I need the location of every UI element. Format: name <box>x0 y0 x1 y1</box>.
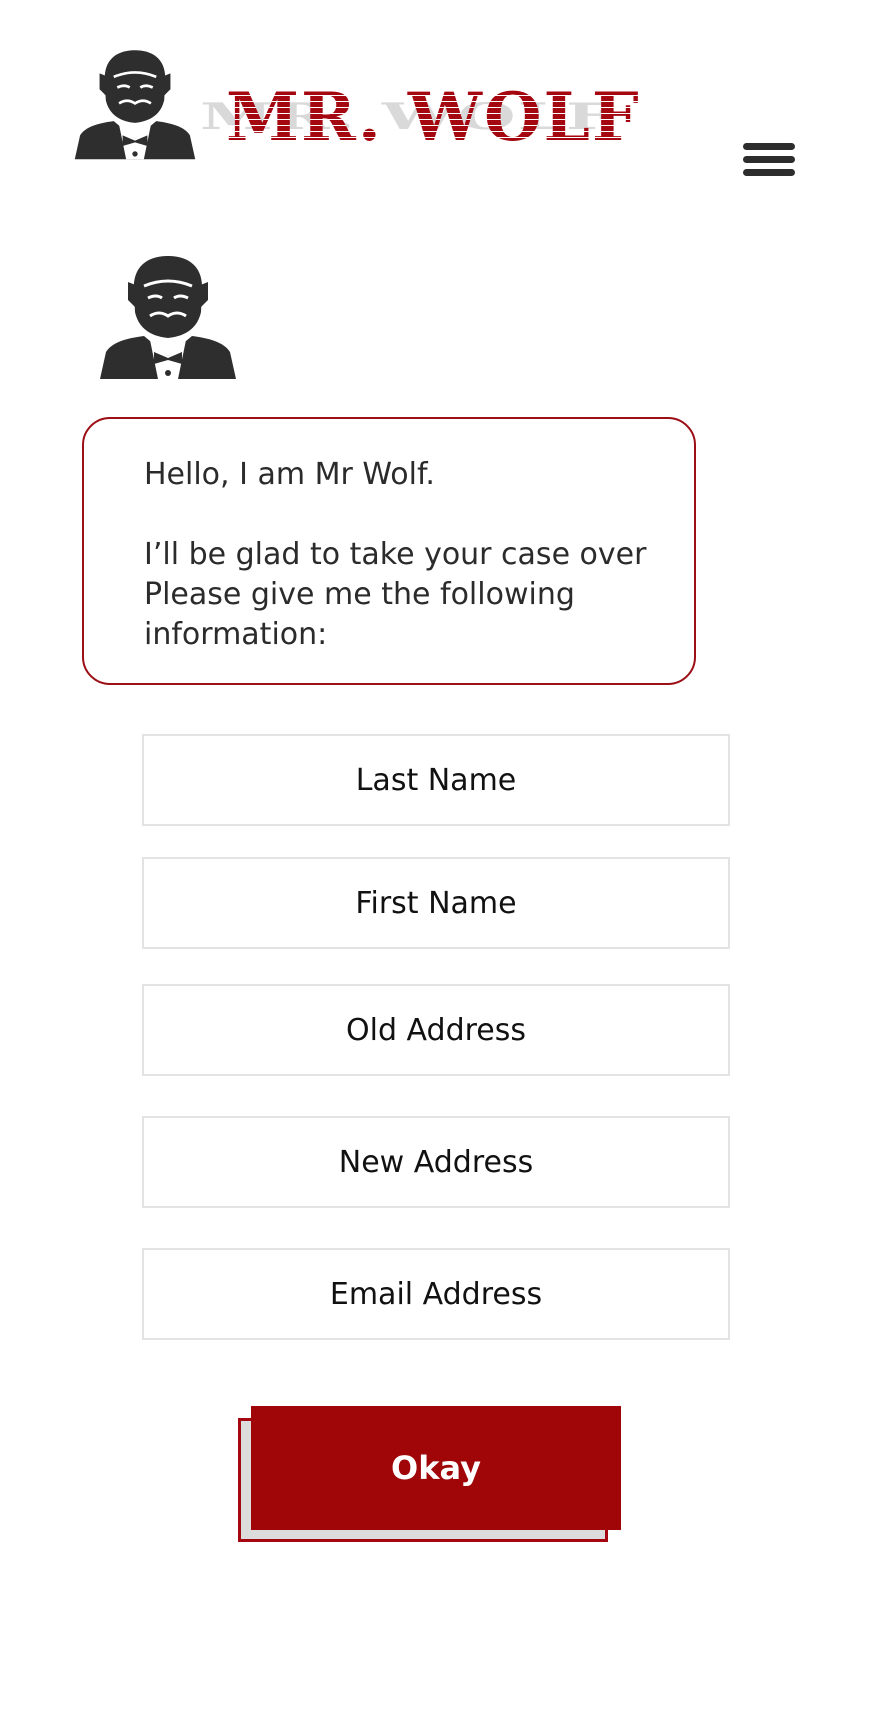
greeting-text: Hello, I am Mr Wolf. <box>144 457 435 492</box>
intro-line-2: Please give me the following information… <box>144 577 575 652</box>
old-address-input[interactable] <box>142 984 730 1076</box>
mr-wolf-logo-icon[interactable] <box>73 46 197 160</box>
mr-wolf-portrait-icon <box>98 252 238 379</box>
intro-message-box: Hello, I am Mr Wolf. I’ll be glad to tak… <box>82 417 696 685</box>
intro-message-text: Hello, I am Mr Wolf. I’ll be glad to tak… <box>144 455 684 655</box>
email-address-input[interactable] <box>142 1248 730 1340</box>
new-address-input[interactable] <box>142 1116 730 1208</box>
intro-line-1: I’ll be glad to take your case over <box>144 537 647 572</box>
hamburger-menu-icon[interactable] <box>740 140 798 180</box>
first-name-input[interactable] <box>142 857 730 949</box>
okay-button[interactable]: Okay <box>251 1406 621 1530</box>
menu-bar <box>743 156 795 163</box>
site-header: MR. WOLF MR. WOLF <box>0 0 880 200</box>
menu-bar <box>743 169 795 176</box>
brand-wordmark-text: MR. WOLF <box>226 78 641 156</box>
brand-wordmark[interactable]: MR. WOLF MR. WOLF <box>200 70 666 170</box>
last-name-input[interactable] <box>142 734 730 826</box>
menu-bar <box>743 143 795 150</box>
